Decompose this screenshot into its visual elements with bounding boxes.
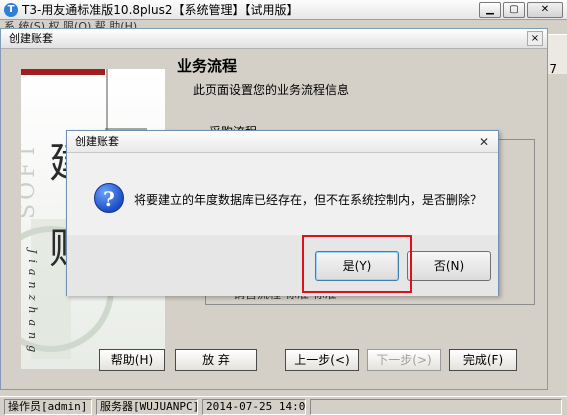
status-datetime: 2014-07-25 14:05 <box>202 399 306 415</box>
app-titlebar: T T3-用友通标准版10.8plus2【系统管理】【试用版】 ▁ ▢ ✕ <box>0 0 567 20</box>
prev-step-button[interactable]: 上一步(<) <box>285 349 359 371</box>
page-title: 业务流程 <box>177 57 238 75</box>
help-button[interactable]: 帮助(H) <box>99 349 165 371</box>
dialog-footer: 是(Y) 否(N) <box>67 235 498 296</box>
close-button[interactable]: ✕ <box>527 2 563 18</box>
wizard-titlebar: 创建账套 × <box>1 29 547 49</box>
page-subtitle: 此页面设置您的业务流程信息 <box>193 83 350 97</box>
question-icon: ? <box>94 183 124 213</box>
window-controls: ▁ ▢ ✕ <box>479 2 563 18</box>
abandon-button[interactable]: 放 弃 <box>175 349 257 371</box>
app-title: T3-用友通标准版10.8plus2【系统管理】【试用版】 <box>22 3 299 17</box>
status-operator: 操作员[admin] <box>4 399 92 415</box>
dialog-title: 创建账套 <box>75 135 119 148</box>
maximize-button[interactable]: ▢ <box>503 2 525 18</box>
dialog-message: 将要建立的年度数据库已经存在，但不在系统控制内，是否删除？ <box>134 193 483 207</box>
dialog-titlebar: 创建账套 ✕ <box>67 131 498 153</box>
app-logo-icon: T <box>4 3 18 17</box>
next-step-button[interactable]: 下一步(>) <box>367 349 441 371</box>
banner-watermark: SOFT <box>21 139 40 219</box>
banner-red-bar <box>21 69 105 75</box>
confirm-delete-dialog: 创建账套 ✕ ? 将要建立的年度数据库已经存在，但不在系统控制内，是否删除？ 是… <box>66 130 499 296</box>
finish-button[interactable]: 完成(F) <box>449 349 517 371</box>
app-right-glyph: 7 <box>549 62 557 76</box>
wizard-title: 创建账套 <box>9 32 53 45</box>
wizard-close-icon[interactable]: × <box>527 31 543 46</box>
status-bar: 操作员[admin] 服务器[WUJUANPC] 2014-07-25 14:0… <box>0 396 567 416</box>
status-server: 服务器[WUJUANPC] <box>96 399 198 415</box>
dialog-close-icon[interactable]: ✕ <box>474 134 494 150</box>
no-button[interactable]: 否(N) <box>407 251 491 281</box>
minimize-button[interactable]: ▁ <box>479 2 501 18</box>
status-empty <box>310 399 562 415</box>
banner-vertical-text: Jianzhang <box>26 249 39 359</box>
annotation-highlight-box <box>302 235 412 293</box>
